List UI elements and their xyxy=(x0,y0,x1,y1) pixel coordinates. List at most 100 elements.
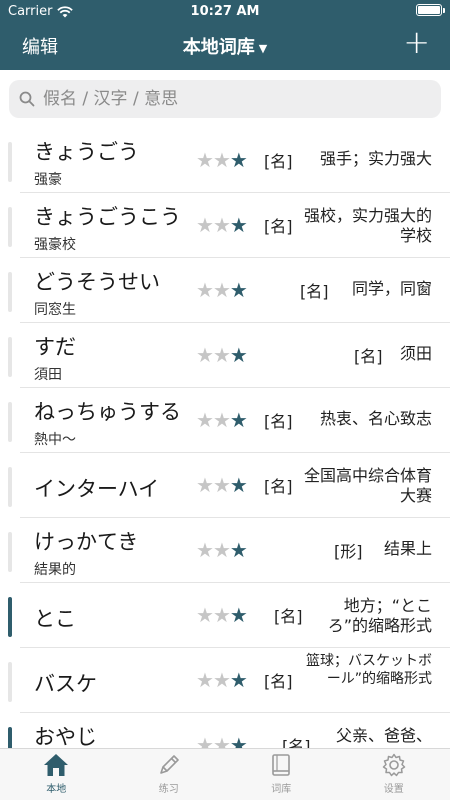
book-icon xyxy=(272,754,291,776)
star-icon: ★ xyxy=(229,603,248,627)
star-rating[interactable]: ★★★ xyxy=(196,148,248,172)
star-rating[interactable]: ★★★ xyxy=(196,278,248,302)
mark-indicator xyxy=(8,207,12,247)
tab-label: 练习 xyxy=(158,784,179,795)
search-input[interactable] xyxy=(43,89,423,109)
part-of-speech: [形] xyxy=(334,542,363,561)
star-icon: ★ xyxy=(229,538,248,562)
star-icon: ★ xyxy=(212,538,231,562)
word-kana: けっかてき xyxy=(34,530,139,554)
battery-icon xyxy=(416,4,445,16)
word-row[interactable]: おやじ ★★★ [名] 父亲、爸爸、 xyxy=(8,713,450,748)
word-kana: おやじ xyxy=(34,725,97,748)
star-icon: ★ xyxy=(196,213,214,237)
pencil-icon xyxy=(159,755,179,774)
word-row[interactable]: バスケ ★★★ [名] 篮球；バスケットボール”的缩略形式 xyxy=(8,648,450,713)
star-rating[interactable]: ★★★ xyxy=(196,473,248,497)
star-icon: ★ xyxy=(212,408,231,432)
word-meaning: 热衷、名心致志 xyxy=(319,409,432,428)
mark-indicator xyxy=(8,402,12,442)
search-bar[interactable] xyxy=(9,80,441,118)
star-icon: ★ xyxy=(229,408,248,432)
word-kana: インターハイ xyxy=(34,477,160,501)
star-icon: ★ xyxy=(212,278,231,302)
star-icon: ★ xyxy=(212,343,231,367)
star-icon: ★ xyxy=(229,148,248,172)
mark-indicator xyxy=(8,727,12,748)
caret-down-icon: ▼ xyxy=(258,41,268,55)
star-rating[interactable]: ★★★ xyxy=(196,733,248,748)
star-icon: ★ xyxy=(212,603,231,627)
star-rating[interactable]: ★★★ xyxy=(196,603,248,627)
word-meaning: 篮球；バスケットボール”的缩略形式 xyxy=(306,653,432,687)
tab-label: 词库 xyxy=(271,784,292,795)
part-of-speech: [名] xyxy=(300,282,329,301)
word-kana: すだ xyxy=(34,335,76,359)
word-kanji: 同窓生 xyxy=(34,302,76,318)
part-of-speech: [名] xyxy=(264,412,293,431)
word-row[interactable]: インターハイ ★★★ [名] 全国高中综合体育大赛 xyxy=(8,453,450,518)
word-kana: バスケ xyxy=(34,672,97,696)
word-kana: ねっちゅうする xyxy=(34,400,181,424)
star-icon: ★ xyxy=(196,278,214,302)
part-of-speech: [名] xyxy=(264,477,293,496)
app-header: Carrier 10:27 AM 编辑 本地词库 ▼ + xyxy=(0,0,450,70)
star-icon: ★ xyxy=(212,733,231,748)
status-bar: Carrier 10:27 AM xyxy=(0,0,450,22)
word-row[interactable]: どうそうせい 同窓生 ★★★ [名] 同学，同窗 xyxy=(8,258,450,323)
word-meaning: 全国高中综合体育大赛 xyxy=(303,466,432,505)
word-row[interactable]: すだ 須田 ★★★ [名] 须田 xyxy=(8,323,450,388)
mark-indicator xyxy=(8,272,12,312)
star-icon: ★ xyxy=(229,733,248,748)
word-list: きょうごう 强豪 ★★★ [名] 强手；实力强大 きょうごうこう 强豪校 ★★★… xyxy=(0,128,450,748)
word-row[interactable]: きょうごうこう 强豪校 ★★★ [名] 强校，实力强大的学校 xyxy=(8,193,450,258)
star-icon: ★ xyxy=(196,603,214,627)
star-icon: ★ xyxy=(212,668,231,692)
star-icon: ★ xyxy=(196,733,214,748)
word-kanji: 熱中～ xyxy=(34,432,76,448)
part-of-speech: [名] xyxy=(354,347,383,366)
star-icon: ★ xyxy=(229,668,248,692)
tab-local[interactable]: 本地 xyxy=(0,749,113,800)
word-kanji: 須田 xyxy=(34,367,62,383)
star-rating[interactable]: ★★★ xyxy=(196,343,248,367)
tab-settings[interactable]: 设置 xyxy=(338,749,450,800)
star-icon: ★ xyxy=(196,473,214,497)
word-kanji: 强豪 xyxy=(34,172,62,188)
star-icon: ★ xyxy=(229,278,248,302)
tab-label: 设置 xyxy=(383,784,404,795)
mark-indicator xyxy=(8,532,12,572)
star-rating[interactable]: ★★★ xyxy=(196,538,248,562)
add-button[interactable]: + xyxy=(403,26,430,58)
word-meaning: 结果上 xyxy=(383,539,432,558)
word-meaning: 强手；实力强大 xyxy=(319,149,432,168)
star-rating[interactable]: ★★★ xyxy=(196,213,248,237)
word-row[interactable]: けっかてき 結果的 ★★★ [形] 结果上 xyxy=(8,518,450,583)
word-meaning: 须田 xyxy=(399,344,432,363)
star-icon: ★ xyxy=(196,408,214,432)
word-meaning: 父亲、爸爸、 xyxy=(335,726,432,745)
tab-practice[interactable]: 练习 xyxy=(113,749,226,800)
mark-indicator xyxy=(8,467,12,507)
tab-library[interactable]: 词库 xyxy=(225,749,338,800)
word-row[interactable]: とこ ★★★ [名] 地方；“ところ”的缩略形式 xyxy=(8,583,450,648)
nav-bar: 编辑 本地词库 ▼ + xyxy=(0,22,450,70)
mark-indicator xyxy=(8,142,12,182)
star-icon: ★ xyxy=(196,538,214,562)
search-icon xyxy=(19,91,35,107)
star-icon: ★ xyxy=(212,473,231,497)
word-kana: とこ xyxy=(34,607,76,631)
word-kana: きょうごう xyxy=(34,140,139,164)
part-of-speech: [名] xyxy=(264,152,293,171)
word-row[interactable]: ねっちゅうする 熱中～ ★★★ [名] 热衷、名心致志 xyxy=(8,388,450,453)
star-icon: ★ xyxy=(196,668,214,692)
word-row[interactable]: きょうごう 强豪 ★★★ [名] 强手；实力强大 xyxy=(8,128,450,193)
mark-indicator xyxy=(8,662,12,702)
gear-icon xyxy=(382,753,405,777)
status-time: 10:27 AM xyxy=(190,4,260,19)
star-rating[interactable]: ★★★ xyxy=(196,668,248,692)
star-rating[interactable]: ★★★ xyxy=(196,408,248,432)
star-icon: ★ xyxy=(212,213,231,237)
library-title-dropdown[interactable]: 本地词库 ▼ xyxy=(0,33,450,59)
part-of-speech: [名] xyxy=(274,607,303,626)
